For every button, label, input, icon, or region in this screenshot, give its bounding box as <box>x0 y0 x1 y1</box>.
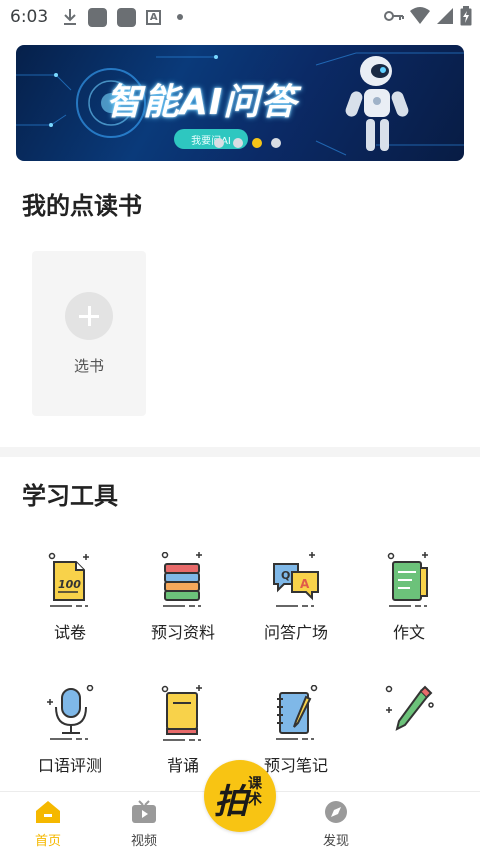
tools-title: 学习工具 <box>22 482 118 510</box>
nav-discover-label: 发现 <box>322 834 349 849</box>
add-book-card[interactable]: 选书 <box>32 251 146 416</box>
tool-label: 作文 <box>392 623 425 642</box>
promo-banner[interactable]: 智能AI问答 我要问AI <box>16 45 464 161</box>
books-stack-icon <box>161 552 202 607</box>
notebook-pencil-icon <box>276 685 318 740</box>
add-book-label: 选书 <box>73 357 104 375</box>
nav-home-label: 首页 <box>34 834 61 849</box>
video-tv-icon <box>132 800 156 823</box>
system-icons <box>384 6 472 26</box>
photo-lesson-sub-label: 课术 <box>248 776 262 808</box>
banner-title: 智能AI问答 <box>106 82 298 123</box>
pencil-icon <box>385 685 434 731</box>
banner-pagination <box>214 138 281 148</box>
more-notifications-dot-icon <box>177 14 184 20</box>
microphone-icon <box>47 685 94 740</box>
plus-icon <box>65 292 113 340</box>
robot-icon <box>345 56 409 151</box>
banner-dot[interactable] <box>271 138 281 148</box>
tool-oral-test[interactable]: 口语评测 <box>10 685 130 785</box>
tool-qa-square[interactable]: Q A 问答广场 <box>236 552 356 652</box>
app-screen: 6:03 A 智能AI问答 我要问AI 我的点读书 选书 学习工具 100 试卷… <box>0 0 480 853</box>
tool-exam[interactable]: 100 试卷 <box>10 552 130 652</box>
status-bar: 6:03 A <box>0 0 480 34</box>
qa-bubbles-icon: Q A <box>273 552 319 607</box>
nav-home[interactable]: 首页 <box>18 800 78 850</box>
svg-text:Q: Q <box>281 569 290 582</box>
wifi-icon <box>410 7 430 24</box>
app-notification-icon-2 <box>117 7 137 27</box>
battery-icon <box>460 6 472 26</box>
nav-video-label: 视频 <box>130 834 157 849</box>
nav-video[interactable]: 视频 <box>114 800 174 850</box>
tool-pencil[interactable] <box>349 685 469 785</box>
home-icon <box>36 801 60 823</box>
banner-dot[interactable] <box>233 138 243 148</box>
recite-book-icon <box>161 685 202 741</box>
signal-icon <box>437 8 453 24</box>
svg-text:A: A <box>300 577 310 591</box>
banner-dot-active[interactable] <box>252 138 262 148</box>
photo-lesson-main-label: 拍 <box>214 782 248 822</box>
nav-discover[interactable]: 发现 <box>306 800 366 850</box>
tool-label: 预习资料 <box>150 623 215 642</box>
essay-doc-icon <box>387 552 428 607</box>
section-divider <box>0 447 480 457</box>
photo-lesson-button[interactable]: 拍 课术 <box>204 760 276 832</box>
tool-essay[interactable]: 作文 <box>349 552 469 652</box>
tool-label: 口语评测 <box>37 756 102 775</box>
banner-dot[interactable] <box>214 138 224 148</box>
tool-label: 试卷 <box>53 623 86 642</box>
svg-text:100: 100 <box>58 578 81 591</box>
notification-icons: A <box>62 7 184 27</box>
exam-paper-icon: 100 <box>48 552 89 607</box>
vpn-key-icon <box>384 11 404 21</box>
compass-icon <box>325 801 347 823</box>
download-icon <box>64 9 77 25</box>
tool-label: 问答广场 <box>263 623 328 642</box>
status-time: 6:03 <box>10 7 49 27</box>
letter-a-icon: A <box>146 9 162 25</box>
my-books-title: 我的点读书 <box>22 192 142 220</box>
app-notification-icon <box>88 7 108 27</box>
tool-preview-materials[interactable]: 预习资料 <box>123 552 243 652</box>
